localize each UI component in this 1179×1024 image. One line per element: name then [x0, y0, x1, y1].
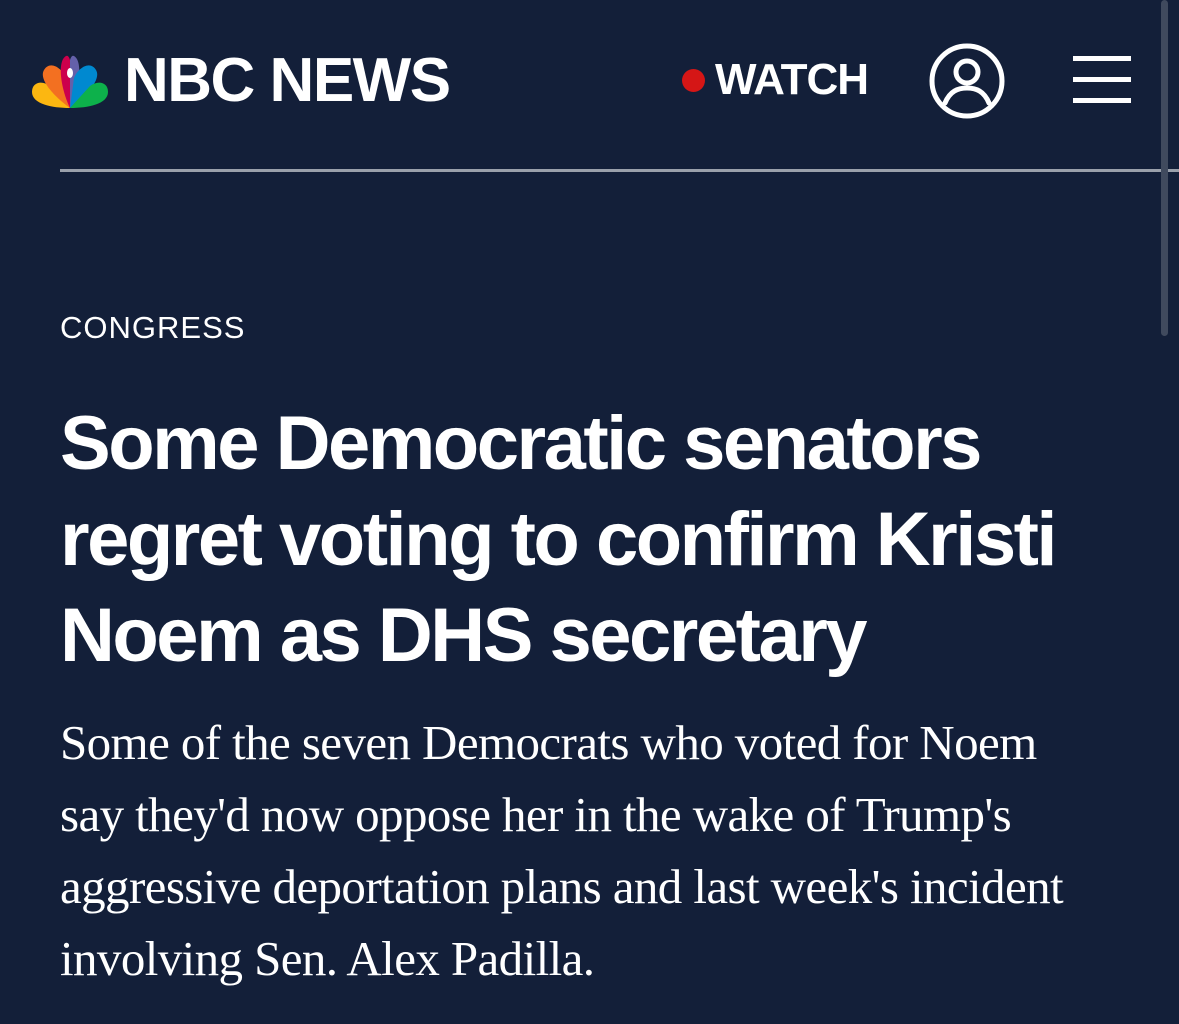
menu-bar	[1073, 98, 1131, 103]
account-button[interactable]	[928, 42, 1006, 120]
menu-bar	[1073, 77, 1131, 82]
headline-line: Noem as DHS secretary	[60, 593, 868, 678]
dek-line: Some of the seven Democrats who voted fo…	[60, 715, 1037, 770]
article-dek: Some of the seven Democrats who voted fo…	[60, 707, 1150, 995]
user-circle-icon	[929, 43, 1005, 119]
section-label[interactable]: CONGRESS	[60, 310, 245, 346]
live-dot-icon	[682, 68, 705, 92]
dek-line: aggressive deportation plans and last we…	[60, 859, 1064, 914]
peacock-logo-icon	[32, 55, 108, 108]
scrollbar[interactable]	[1161, 0, 1168, 336]
dek-line: say they'd now oppose her in the wake of…	[60, 787, 1012, 842]
dek-line: involving Sen. Alex Padilla.	[60, 931, 595, 986]
site-header: NBC NEWS WATCH	[0, 0, 1179, 172]
watch-live-button[interactable]: WATCH	[682, 55, 869, 104]
nbc-news-logo[interactable]: NBC NEWS	[28, 46, 451, 115]
hamburger-menu-icon[interactable]	[1073, 56, 1131, 104]
headline-line: Some Democratic senators	[60, 401, 982, 486]
header-divider	[60, 169, 1179, 172]
headline-line: regret voting to confirm Kristi	[60, 497, 1058, 582]
watch-label: WATCH	[715, 55, 869, 104]
logo-wordmark: NBC NEWS	[124, 46, 451, 115]
menu-bar	[1073, 56, 1131, 61]
article-headline: Some Democratic senators regret voting t…	[60, 396, 1120, 684]
